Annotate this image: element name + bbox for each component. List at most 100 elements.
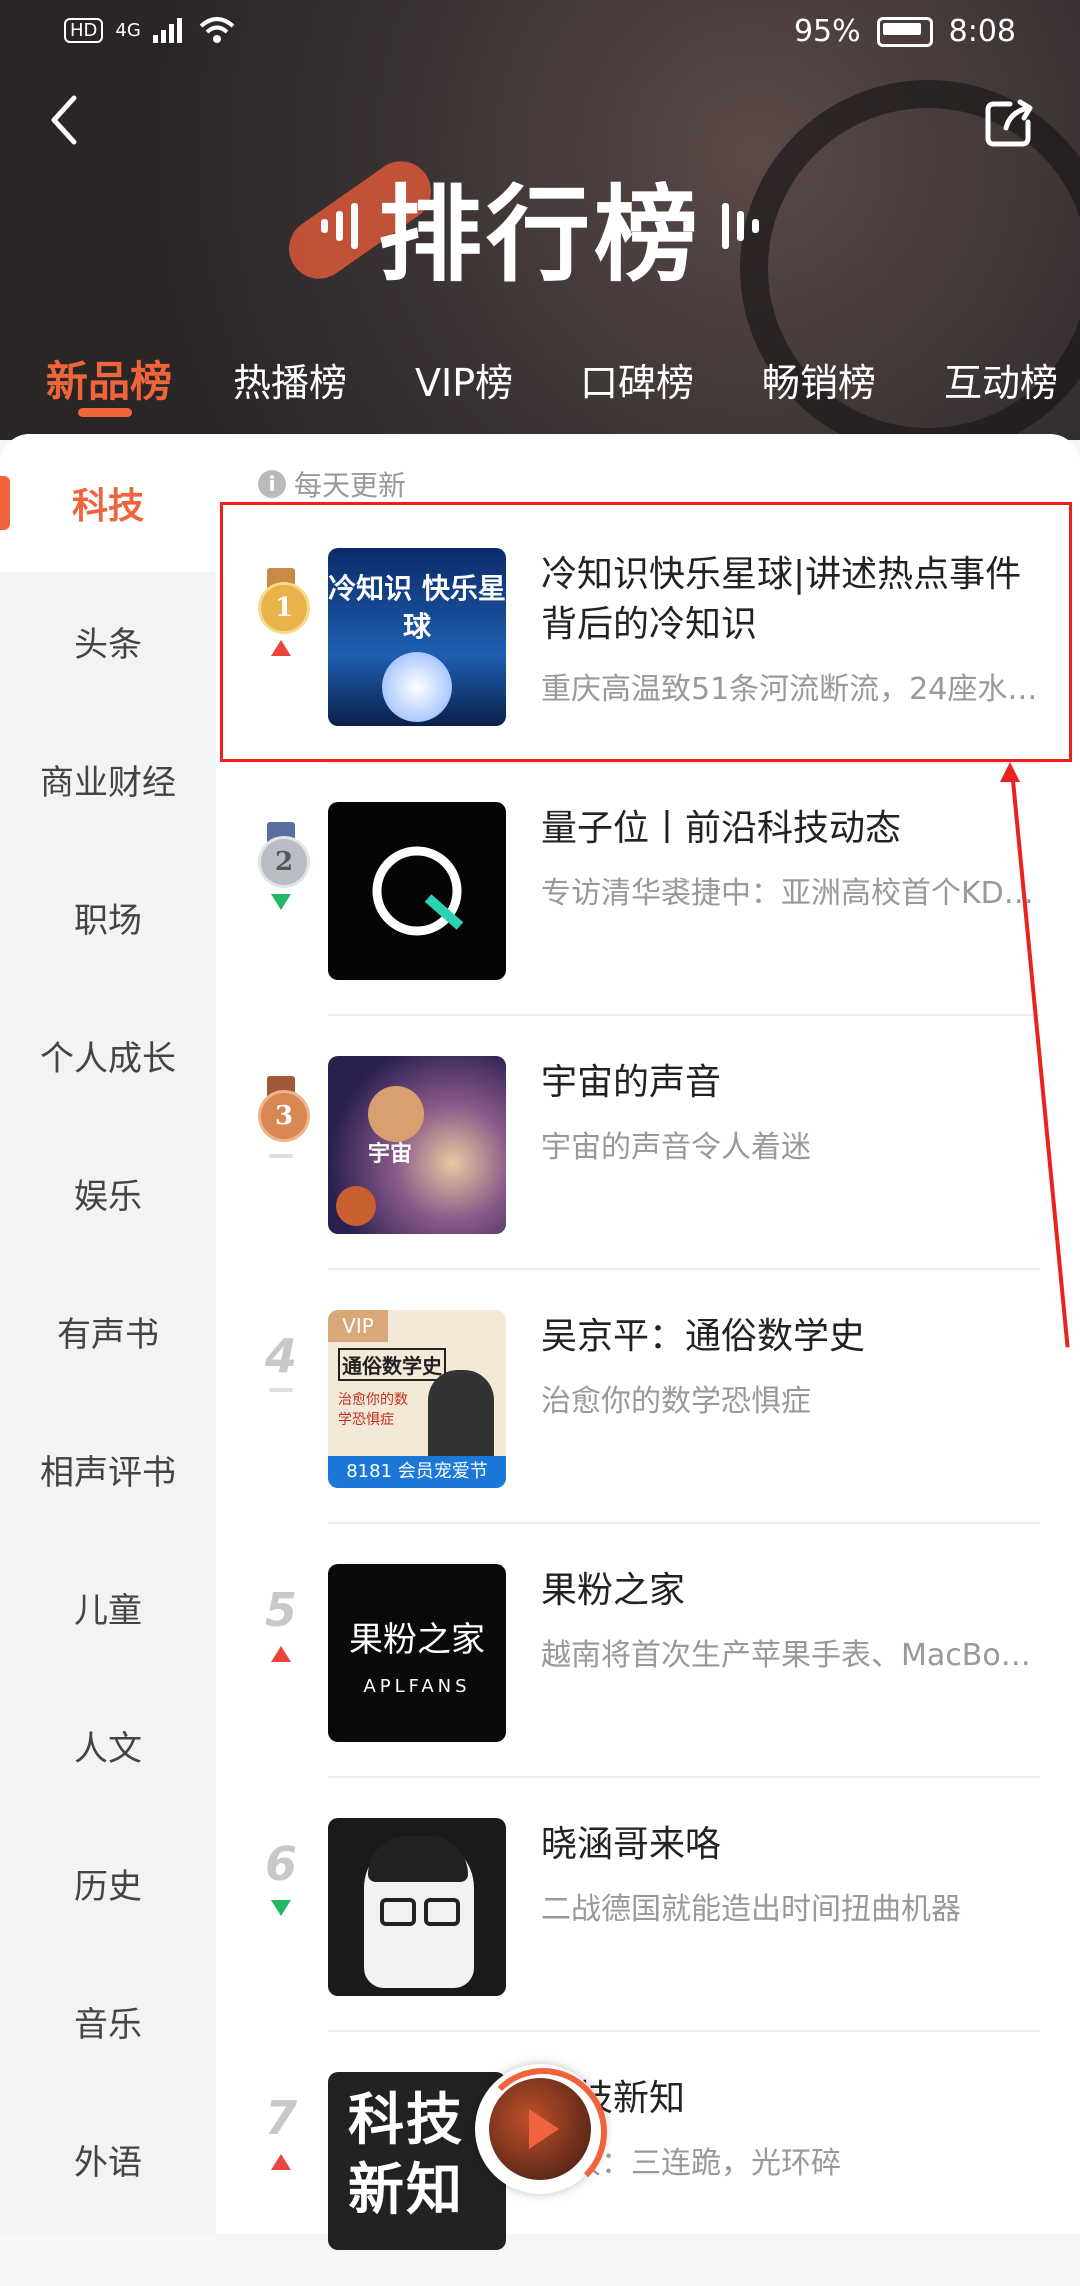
highlight-box bbox=[220, 502, 1072, 762]
trend-flat-icon bbox=[269, 1154, 293, 1158]
header-banner: HD 4G 95% 8:08 排行榜 新品榜 热播榜 VIP榜 口碑榜 畅销榜 … bbox=[0, 0, 1080, 456]
rank-badge: 7 bbox=[246, 2092, 316, 2170]
category-history[interactable]: 历史 bbox=[0, 1814, 216, 1952]
cover-text: 果粉之家 bbox=[349, 1620, 485, 1660]
category-crosstalk[interactable]: 相声评书 bbox=[0, 1400, 216, 1538]
cover-subtitle: 治愈你的数学恐惧症 bbox=[338, 1392, 408, 1428]
podcast-title: 宇宙的声音 bbox=[541, 1062, 722, 1103]
trend-down-icon bbox=[271, 894, 291, 910]
tab-interactive[interactable]: 互动榜 bbox=[944, 352, 1058, 407]
category-workplace[interactable]: 职场 bbox=[0, 848, 216, 986]
category-tech[interactable]: 科技 bbox=[0, 434, 216, 572]
wifi-icon bbox=[199, 17, 235, 43]
rank-number: 7 bbox=[264, 2091, 297, 2145]
back-arrow-icon[interactable] bbox=[44, 90, 84, 150]
category-audiobook[interactable]: 有声书 bbox=[0, 1262, 216, 1400]
update-note: i 每天更新 bbox=[258, 464, 406, 504]
latest-episode: 二战德国就能造出时间扭曲机器 bbox=[541, 1892, 961, 1927]
latest-episode: 越南将首次生产苹果手表、MacBo… bbox=[541, 1638, 1031, 1673]
mini-player-button[interactable] bbox=[475, 2064, 607, 2196]
clock: 8:08 bbox=[948, 14, 1016, 49]
battery-percent: 95% bbox=[793, 14, 861, 49]
status-bar: HD 4G 95% 8:08 bbox=[0, 0, 1080, 66]
category-growth[interactable]: 个人成长 bbox=[0, 986, 216, 1124]
category-label: 科技 bbox=[71, 486, 144, 527]
tab-hot[interactable]: 热播榜 bbox=[233, 352, 347, 407]
signal-icon bbox=[152, 18, 182, 43]
category-business[interactable]: 商业财经 bbox=[0, 710, 216, 848]
hd-indicator: HD bbox=[64, 17, 104, 43]
podcast-title: 吴京平：通俗数学史 bbox=[541, 1316, 866, 1357]
info-icon: i bbox=[258, 470, 286, 498]
rank-badge: 2 bbox=[246, 822, 316, 910]
category-label: 头条 bbox=[74, 624, 142, 665]
category-label: 人文 bbox=[74, 1728, 142, 1769]
category-music[interactable]: 音乐 bbox=[0, 1952, 216, 2090]
play-icon bbox=[529, 2109, 559, 2149]
rank-badge: 5 bbox=[246, 1584, 316, 1662]
latest-episode: 宇宙的声音令人着迷 bbox=[541, 1130, 811, 1165]
tab-bestseller[interactable]: 畅销榜 bbox=[762, 352, 876, 407]
podcast-title: 果粉之家 bbox=[541, 1570, 686, 1611]
active-tab-indicator bbox=[78, 408, 132, 417]
podcast-title: 科技新知 bbox=[541, 2078, 686, 2119]
list-item[interactable]: 4 VIP 通俗数学史 治愈你的数学恐惧症 8181 会员宠爱节 吴京平：通俗数… bbox=[216, 1270, 1080, 1524]
category-label: 外语 bbox=[74, 2142, 142, 2183]
network-type: 4G bbox=[115, 19, 141, 41]
trend-up-icon bbox=[271, 1646, 291, 1662]
category-label: 个人成长 bbox=[40, 1038, 176, 1079]
podcast-cover bbox=[328, 802, 506, 980]
cover-text: 宇宙 bbox=[368, 1142, 413, 1167]
category-label: 历史 bbox=[74, 1866, 142, 1907]
sound-wave-icon bbox=[320, 202, 358, 249]
podcast-cover: 科技新知 bbox=[328, 2072, 506, 2250]
list-item[interactable]: 5 果粉之家 APLFANS 果粉之家 越南将首次生产苹果手表、MacBo… bbox=[216, 1524, 1080, 1778]
list-item[interactable]: 3 宇宙 宇宙的声音 宇宙的声音令人着迷 bbox=[216, 1016, 1080, 1270]
active-category-indicator bbox=[0, 476, 10, 530]
category-label: 职场 bbox=[74, 900, 142, 941]
update-note-text: 每天更新 bbox=[294, 469, 407, 502]
tab-vip[interactable]: VIP榜 bbox=[415, 352, 513, 407]
silver-medal-icon: 2 bbox=[257, 822, 310, 888]
podcast-cover: 宇宙 bbox=[328, 1056, 506, 1234]
battery-icon bbox=[876, 16, 933, 47]
list-item[interactable]: 6 晓涵哥来咯 二战德国就能造出时间扭曲机器 bbox=[216, 1778, 1080, 2032]
podcast-title: 晓涵哥来咯 bbox=[541, 1824, 722, 1865]
bronze-medal-icon: 3 bbox=[257, 1076, 310, 1142]
category-label: 商业财经 bbox=[40, 762, 176, 803]
tab-reputation[interactable]: 口碑榜 bbox=[580, 352, 694, 407]
latest-episode: 财报：三连跪，光环碎 bbox=[541, 2146, 841, 2181]
podcast-cover: VIP 通俗数学史 治愈你的数学恐惧症 8181 会员宠爱节 bbox=[328, 1310, 506, 1488]
latest-episode: 治愈你的数学恐惧症 bbox=[541, 1384, 811, 1419]
rank-badge: 4 bbox=[246, 1330, 316, 1392]
category-label: 相声评书 bbox=[40, 1452, 176, 1493]
rank-number: 5 bbox=[264, 1583, 297, 1637]
list-item[interactable]: 7 科技新知 科技新知 财报：三连跪，光环碎 bbox=[216, 2032, 1080, 2286]
category-label: 有声书 bbox=[57, 1314, 159, 1355]
category-label: 娱乐 bbox=[74, 1176, 142, 1217]
annotation-arrowhead bbox=[1000, 762, 1020, 782]
tab-new[interactable]: 新品榜 bbox=[46, 348, 172, 409]
trend-up-icon bbox=[271, 2154, 291, 2170]
category-humanities[interactable]: 人文 bbox=[0, 1676, 216, 1814]
category-language[interactable]: 外语 bbox=[0, 2090, 216, 2228]
cover-text: 通俗数学史 bbox=[338, 1348, 446, 1381]
trend-flat-icon bbox=[269, 1388, 293, 1392]
cover-text: 科技新知 bbox=[348, 2088, 464, 2223]
podcast-title: 量子位丨前沿科技动态 bbox=[541, 808, 902, 849]
latest-episode: 专访清华裘捷中：亚洲高校首个KD… bbox=[541, 876, 1034, 911]
category-entertainment[interactable]: 娱乐 bbox=[0, 1124, 216, 1262]
list-item[interactable]: 2 量子位丨前沿科技动态 专访清华裘捷中：亚洲高校首个KD… bbox=[216, 762, 1080, 1016]
rank-badge: 6 bbox=[246, 1838, 316, 1916]
category-headline[interactable]: 头条 bbox=[0, 572, 216, 710]
promo-banner: 8181 会员宠爱节 bbox=[328, 1456, 506, 1488]
vip-badge: VIP bbox=[328, 1310, 388, 1342]
category-label: 音乐 bbox=[74, 2004, 142, 2045]
category-children[interactable]: 儿童 bbox=[0, 1538, 216, 1676]
rank-number: 6 bbox=[264, 1837, 297, 1891]
rank-number: 4 bbox=[264, 1329, 297, 1383]
podcast-cover: 果粉之家 APLFANS bbox=[328, 1564, 506, 1742]
cover-subtitle: APLFANS bbox=[363, 1676, 471, 1697]
share-icon[interactable] bbox=[980, 96, 1036, 152]
rank-badge: 3 bbox=[246, 1076, 316, 1158]
